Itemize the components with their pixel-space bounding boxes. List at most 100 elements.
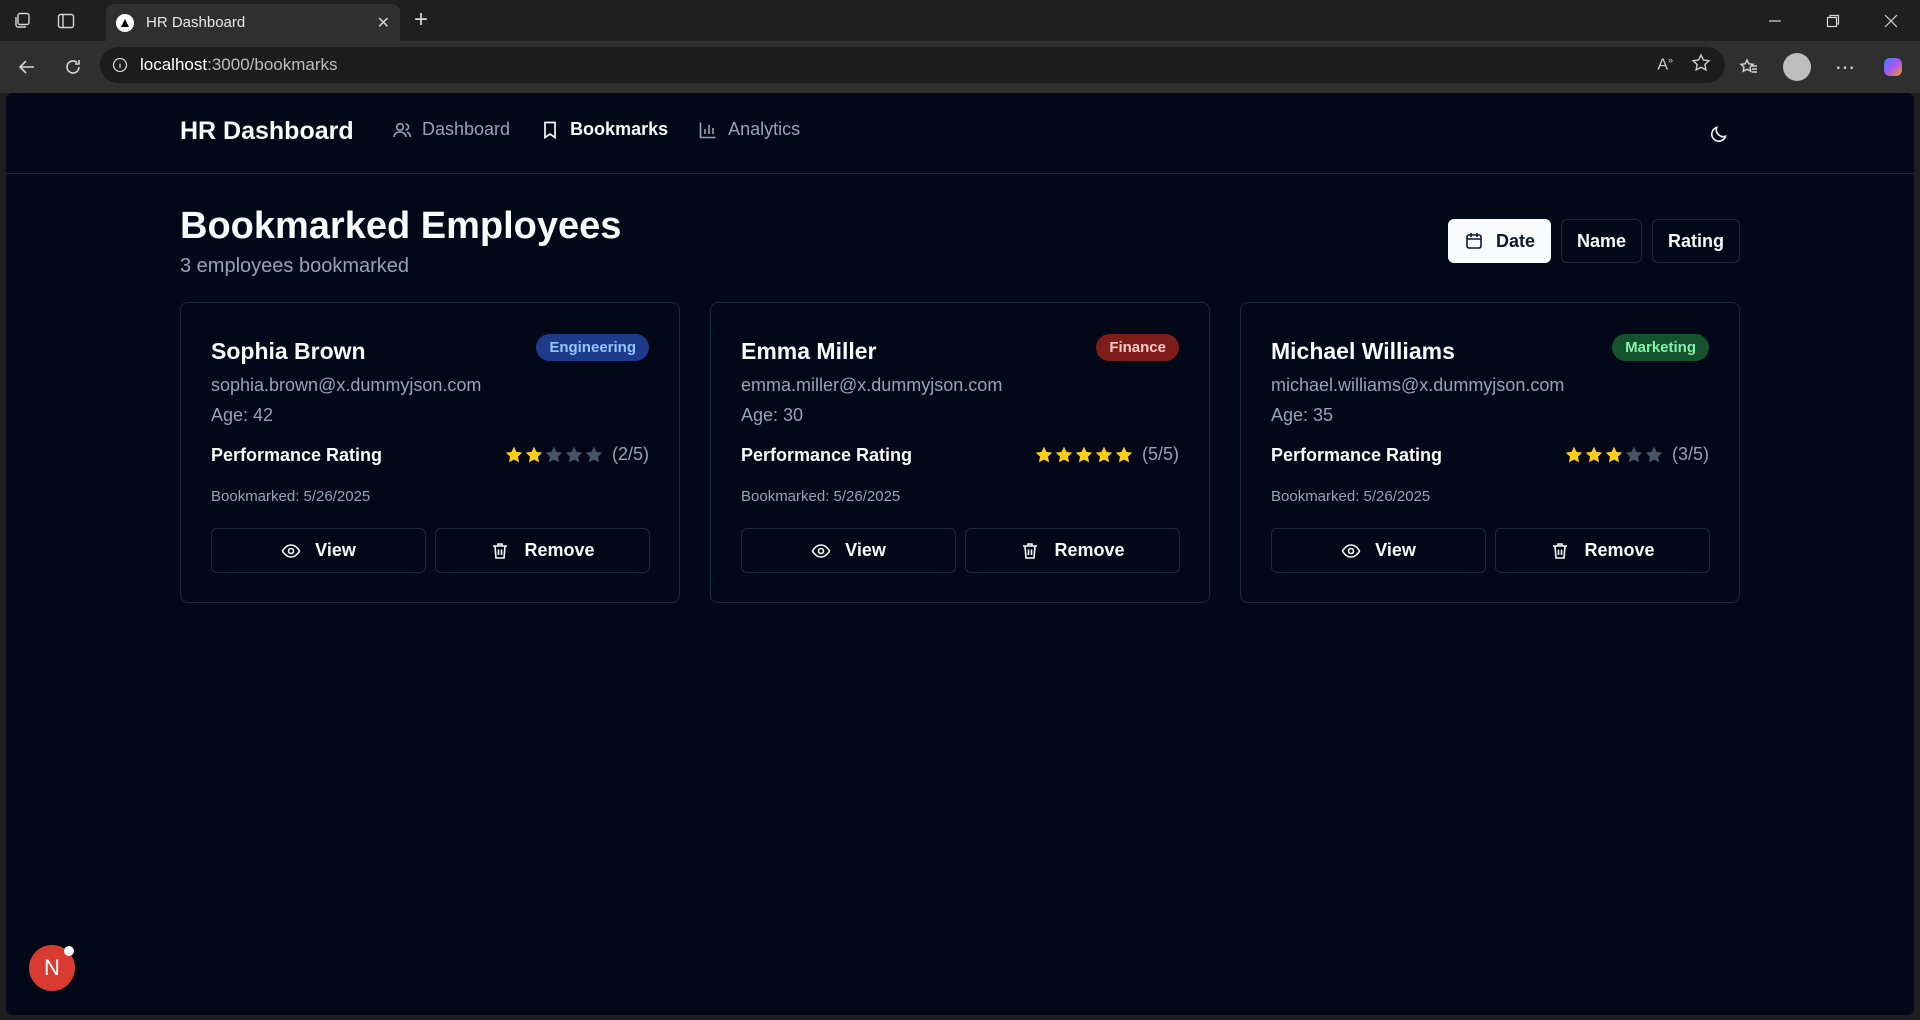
nav-links: Dashboard Bookmarks Analytics — [392, 119, 800, 140]
sort-name-button[interactable]: Name — [1560, 219, 1642, 263]
reload-icon[interactable] — [50, 47, 96, 87]
browser-tab[interactable]: HR Dashboard ✕ — [106, 4, 400, 41]
copilot-icon[interactable] — [1876, 50, 1910, 84]
nav-analytics[interactable]: Analytics — [698, 119, 800, 140]
rating-text: (3/5) — [1671, 444, 1709, 464]
address-bar[interactable]: localhost:3000/bookmarks A» — [100, 47, 1725, 83]
nav-bookmarks[interactable]: Bookmarks — [540, 119, 668, 140]
trash-icon — [1023, 542, 1038, 559]
theme-toggle-button[interactable] — [1702, 117, 1736, 151]
star-filled-icon — [1605, 446, 1623, 462]
star-filled-icon — [1055, 446, 1073, 462]
app-brand[interactable]: HR Dashboard — [180, 117, 354, 146]
sort-date-button[interactable]: Date — [1447, 219, 1551, 263]
app-navbar: HR Dashboard Dashboard Bookmarks Analyti… — [6, 93, 1914, 174]
more-options-icon[interactable]: ⋯ — [1828, 50, 1862, 84]
department-badge: Finance — [1096, 334, 1179, 361]
tab-title: HR Dashboard — [146, 14, 246, 31]
address-bar-actions: A» — [1657, 47, 1711, 83]
bookmarked-date: Bookmarked: 5/26/2025 — [1271, 488, 1431, 505]
nav-bookmarks-label: Bookmarks — [570, 119, 669, 139]
dev-badge-label: N — [44, 955, 60, 980]
view-label: View — [845, 540, 886, 560]
site-info-icon[interactable] — [112, 57, 128, 73]
favorites-icon[interactable] — [1732, 50, 1766, 84]
employee-card: Michael Williams Marketing michael.willi… — [1240, 302, 1740, 603]
sort-date-label: Date — [1495, 230, 1535, 251]
nav-dashboard[interactable]: Dashboard — [392, 119, 510, 140]
bar-chart-icon — [699, 122, 716, 138]
favorite-star-icon[interactable] — [1691, 52, 1711, 78]
star-filled-icon — [1035, 446, 1053, 462]
calendar-icon — [1466, 233, 1482, 249]
view-label: View — [1375, 540, 1416, 560]
star-empty-icon — [585, 446, 603, 462]
star-filled-icon — [1585, 446, 1603, 462]
sort-rating-button[interactable]: Rating — [1652, 219, 1740, 263]
star-rating: (3/5) — [1564, 444, 1709, 465]
minimize-icon[interactable] — [1746, 0, 1804, 41]
remove-label: Remove — [1054, 540, 1125, 560]
employee-age: Age: 35 — [1271, 405, 1334, 425]
window-controls — [1746, 0, 1920, 41]
nextjs-favicon-icon — [116, 13, 134, 32]
remove-button[interactable]: Remove — [1495, 528, 1710, 573]
star-filled-icon — [1565, 446, 1583, 462]
star-filled-icon — [1115, 446, 1133, 462]
star-empty-icon — [565, 446, 583, 462]
employee-name: Michael Williams — [1271, 338, 1455, 364]
eye-icon — [1341, 543, 1361, 558]
performance-rating-label: Performance Rating — [211, 445, 383, 465]
eye-icon — [811, 543, 831, 558]
browser-toolbar: localhost:3000/bookmarks A» ⋯ — [0, 41, 1920, 93]
browser-tab-bar: HR Dashboard ✕ + — [0, 0, 1920, 41]
star-empty-icon — [545, 446, 563, 462]
new-tab-icon[interactable]: + — [414, 6, 428, 34]
page-title: Bookmarked Employees — [180, 205, 622, 247]
employee-card: Sophia Brown Engineering sophia.brown@x.… — [180, 302, 680, 603]
stars — [1034, 445, 1134, 465]
bookmarked-date: Bookmarked: 5/26/2025 — [211, 488, 371, 505]
star-filled-icon — [525, 446, 543, 462]
view-button[interactable]: View — [211, 528, 426, 573]
nav-dashboard-label: Dashboard — [422, 119, 511, 139]
employee-email: sophia.brown@x.dummyjson.com — [211, 375, 482, 395]
close-tab-icon[interactable]: ✕ — [377, 13, 390, 33]
close-window-icon[interactable] — [1862, 0, 1920, 41]
url-host: localhost — [140, 55, 208, 74]
stars — [504, 445, 604, 465]
rating-text: (5/5) — [1141, 444, 1179, 464]
star-filled-icon — [1075, 446, 1093, 462]
tab-actions-icon[interactable] — [44, 0, 88, 41]
back-icon[interactable] — [4, 47, 50, 87]
employee-age: Age: 42 — [211, 405, 274, 425]
workspaces-icon[interactable] — [0, 0, 44, 41]
employee-name: Emma Miller — [741, 338, 877, 364]
nav-analytics-label: Analytics — [728, 119, 801, 139]
star-rating: (5/5) — [1034, 444, 1179, 465]
dev-indicator-dot — [64, 946, 74, 956]
nextjs-dev-tools-button[interactable]: N — [29, 945, 75, 991]
remove-button[interactable]: Remove — [435, 528, 650, 573]
bookmarked-date: Bookmarked: 5/26/2025 — [741, 488, 901, 505]
moon-icon — [1711, 126, 1727, 142]
view-button[interactable]: View — [741, 528, 956, 573]
read-aloud-icon[interactable]: A» — [1657, 55, 1673, 74]
sort-name-label: Name — [1576, 230, 1626, 251]
stars — [1564, 445, 1664, 465]
remove-button[interactable]: Remove — [965, 528, 1180, 573]
restore-icon[interactable] — [1804, 0, 1862, 41]
view-button[interactable]: View — [1271, 528, 1486, 573]
view-label: View — [315, 540, 356, 560]
sort-controls: Date Name Rating — [1447, 219, 1740, 263]
employee-email: michael.williams@x.dummyjson.com — [1271, 375, 1565, 395]
profile-avatar[interactable] — [1780, 50, 1814, 84]
rating-text: (2/5) — [611, 444, 649, 464]
remove-label: Remove — [1584, 540, 1655, 560]
bookmark-icon — [544, 121, 556, 139]
employee-card: Emma Miller Finance emma.miller@x.dummyj… — [710, 302, 1210, 603]
bookmark-cards: Sophia Brown Engineering sophia.brown@x.… — [180, 302, 1740, 603]
employee-name: Sophia Brown — [211, 338, 366, 364]
page-viewport: HR Dashboard Dashboard Bookmarks Analyti… — [6, 93, 1914, 1015]
performance-rating-label: Performance Rating — [1271, 445, 1443, 465]
